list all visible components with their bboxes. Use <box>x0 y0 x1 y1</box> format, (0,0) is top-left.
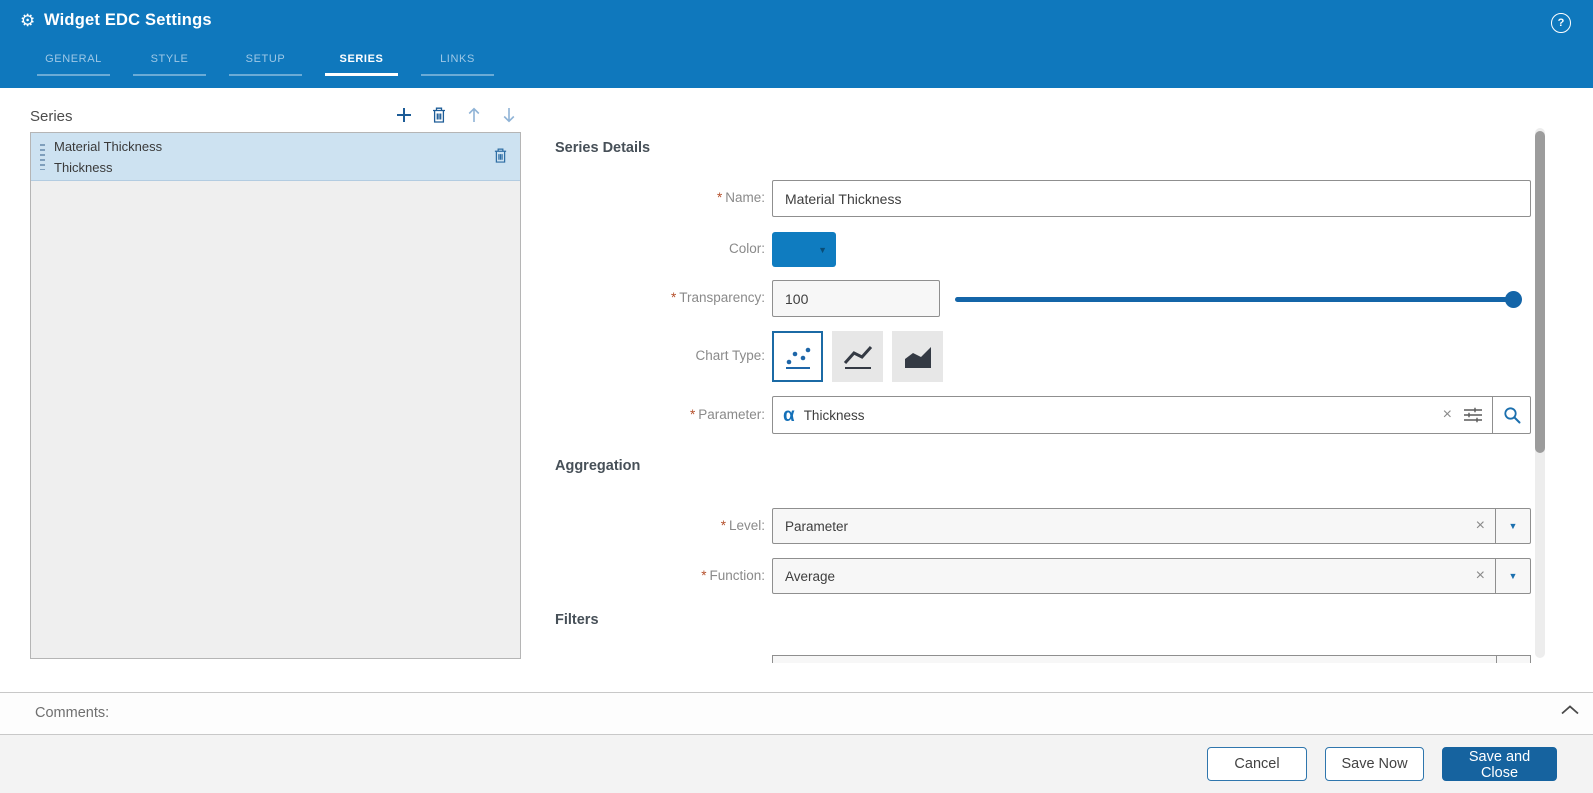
function-dropdown[interactable]: Average × ▼ <box>772 558 1531 594</box>
tab-label: SETUP <box>229 53 302 65</box>
arrow-up-icon <box>466 106 482 124</box>
level-dropdown[interactable]: Parameter × ▼ <box>772 508 1531 544</box>
chevron-down-icon: ▼ <box>1509 571 1518 581</box>
gear-icon: ⚙ <box>20 11 35 31</box>
clear-parameter-icon[interactable]: × <box>1443 407 1452 423</box>
required-marker: * <box>721 518 726 533</box>
series-panel-title: Series <box>30 108 73 125</box>
comments-bar: Comments: <box>0 692 1593 735</box>
function-label: *Function: <box>540 568 765 583</box>
parameter-field[interactable]: α Thickness × <box>772 396 1531 434</box>
series-item-parameter: Thickness <box>54 157 162 178</box>
chart-type-label: Chart Type: <box>540 348 765 363</box>
configure-parameter-icon[interactable] <box>1462 405 1484 425</box>
parameter-search-button[interactable] <box>1492 397 1530 433</box>
clear-level-icon[interactable]: × <box>1476 518 1485 534</box>
comments-label: Comments: <box>35 705 109 721</box>
parameter-label: *Parameter: <box>540 407 765 422</box>
search-icon <box>1502 405 1522 425</box>
scrollbar-thumb[interactable] <box>1535 131 1545 453</box>
chart-type-scatter-button[interactable] <box>772 331 823 382</box>
name-input[interactable] <box>772 180 1531 217</box>
plus-icon <box>395 106 413 124</box>
tab-label: LINKS <box>421 53 494 65</box>
drag-handle-icon[interactable] <box>40 144 45 170</box>
tab-label: GENERAL <box>37 53 110 65</box>
transparency-input[interactable] <box>772 280 940 317</box>
tab-links[interactable]: LINKS <box>421 44 494 88</box>
tab-bar: GENERAL STYLE SETUP SERIES LINKS <box>37 44 494 88</box>
tab-setup[interactable]: SETUP <box>229 44 302 88</box>
filters-heading: Filters <box>555 612 599 628</box>
name-label: *Name: <box>540 190 765 205</box>
chevron-up-icon <box>1561 705 1579 715</box>
required-marker: * <box>671 290 676 305</box>
function-value: Average <box>785 569 835 584</box>
move-series-up-button[interactable] <box>464 105 484 125</box>
delete-series-button[interactable] <box>429 105 449 125</box>
tab-series[interactable]: SERIES <box>325 44 398 88</box>
line-chart-icon <box>840 341 876 373</box>
tab-general[interactable]: GENERAL <box>37 44 110 88</box>
help-button[interactable]: ? <box>1551 13 1571 33</box>
arrow-down-icon <box>501 106 517 124</box>
area-chart-icon <box>900 341 936 373</box>
level-value: Parameter <box>785 519 848 534</box>
trash-icon <box>431 106 447 124</box>
color-label: Color: <box>540 241 765 256</box>
tab-label: STYLE <box>133 53 206 65</box>
delete-series-row-button[interactable] <box>493 147 508 164</box>
add-series-button[interactable] <box>394 105 414 125</box>
series-item-name: Material Thickness <box>54 136 162 157</box>
transparency-slider-handle[interactable] <box>1505 291 1522 308</box>
tab-style[interactable]: STYLE <box>133 44 206 88</box>
alpha-parameter-icon: α <box>783 406 795 425</box>
chevron-down-icon: ▼ <box>1509 521 1518 531</box>
aggregation-heading: Aggregation <box>555 458 640 474</box>
chevron-down-icon: ▼ <box>818 245 827 255</box>
series-list: Material Thickness Thickness <box>30 132 521 659</box>
required-marker: * <box>701 568 706 583</box>
filters-field-partial[interactable] <box>772 655 1531 663</box>
function-dropdown-button[interactable]: ▼ <box>1495 559 1530 593</box>
save-now-button[interactable]: Save Now <box>1325 747 1424 781</box>
series-item-text: Material Thickness Thickness <box>54 136 162 178</box>
level-label: *Level: <box>540 518 765 533</box>
move-series-down-button[interactable] <box>499 105 519 125</box>
parameter-value: Thickness <box>804 408 865 423</box>
series-toolbar <box>394 105 519 125</box>
dialog-header: ⚙ Widget EDC Settings ? GENERAL STYLE SE… <box>0 0 1593 88</box>
dialog-footer: Cancel Save Now Save and Close <box>0 735 1593 793</box>
scatter-chart-icon <box>780 341 816 373</box>
dialog-title: Widget EDC Settings <box>44 11 212 30</box>
save-and-close-button[interactable]: Save and Close <box>1442 747 1557 781</box>
collapse-comments-button[interactable] <box>1561 705 1579 715</box>
series-list-item-selected[interactable]: Material Thickness Thickness <box>31 133 520 181</box>
question-icon: ? <box>1558 18 1565 29</box>
widget-edc-settings-dialog: ⚙ Widget EDC Settings ? GENERAL STYLE SE… <box>0 0 1593 793</box>
transparency-slider[interactable] <box>955 297 1521 302</box>
transparency-label: *Transparency: <box>540 290 765 305</box>
tab-label: SERIES <box>325 53 398 65</box>
series-details-heading: Series Details <box>555 140 650 156</box>
cancel-button[interactable]: Cancel <box>1207 747 1307 781</box>
trash-icon <box>493 147 508 164</box>
required-marker: * <box>690 407 695 422</box>
level-dropdown-button[interactable]: ▼ <box>1495 509 1530 543</box>
clear-function-icon[interactable]: × <box>1476 568 1485 584</box>
color-picker-button[interactable]: ▼ <box>772 232 836 267</box>
chart-type-area-button[interactable] <box>892 331 943 382</box>
chart-type-line-button[interactable] <box>832 331 883 382</box>
required-marker: * <box>717 190 722 205</box>
scrollbar[interactable] <box>1535 128 1545 658</box>
